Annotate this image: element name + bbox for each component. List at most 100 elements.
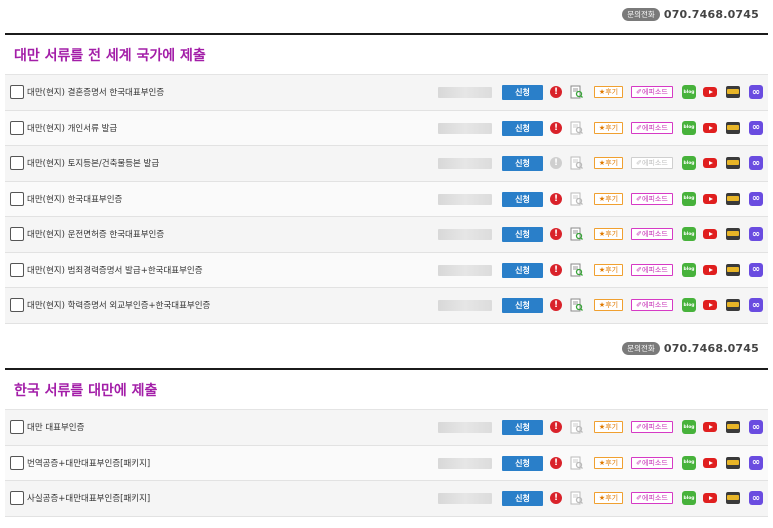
notice-icon[interactable]: ! [550, 492, 562, 504]
episode-button[interactable]: ✐에피소드 [631, 492, 673, 504]
review-button[interactable]: ★후기 [594, 228, 623, 240]
select-checkbox[interactable] [10, 298, 24, 313]
document-preview-icon[interactable] [570, 456, 583, 470]
blog-icon[interactable]: blog [682, 455, 696, 470]
link-icon[interactable]: ∞ [749, 120, 763, 135]
camera-icon[interactable] [726, 228, 740, 240]
review-button[interactable]: ★후기 [594, 86, 623, 98]
episode-button[interactable]: ✐에피소드 [631, 228, 673, 240]
blog-icon[interactable]: blog [682, 85, 696, 99]
select-checkbox[interactable] [10, 420, 24, 435]
camera-icon[interactable] [726, 421, 740, 433]
youtube-icon[interactable] [703, 193, 717, 204]
document-preview-icon[interactable] [570, 227, 583, 241]
link-icon[interactable]: ∞ [749, 191, 763, 206]
apply-button[interactable]: 신청 [502, 227, 543, 242]
select-checkbox[interactable] [10, 491, 24, 506]
select-checkbox[interactable] [10, 120, 24, 135]
blog-icon[interactable]: blog [682, 491, 696, 505]
apply-button[interactable]: 신청 [502, 420, 543, 435]
youtube-icon[interactable] [703, 493, 717, 503]
notice-icon[interactable]: ! [550, 421, 562, 433]
youtube-icon[interactable] [703, 264, 717, 275]
select-checkbox[interactable] [10, 455, 24, 470]
review-button[interactable]: ★후기 [594, 421, 623, 433]
review-button[interactable]: ★후기 [594, 192, 623, 205]
document-preview-icon[interactable] [570, 298, 583, 312]
contact-phone[interactable]: 070.7468.0745 [664, 342, 759, 355]
youtube-icon[interactable] [703, 122, 717, 133]
apply-button[interactable]: 신청 [502, 120, 543, 136]
document-preview-icon[interactable] [570, 420, 583, 434]
camera-icon[interactable] [726, 492, 740, 504]
apply-button[interactable]: 신청 [502, 156, 543, 171]
camera-icon[interactable] [726, 86, 740, 98]
notice-icon[interactable]: ! [550, 121, 562, 134]
apply-button[interactable]: 신청 [502, 298, 543, 313]
camera-icon[interactable] [726, 299, 740, 311]
camera-icon[interactable] [726, 157, 740, 169]
document-preview-icon[interactable] [570, 192, 583, 206]
youtube-icon[interactable] [703, 457, 717, 468]
notice-icon[interactable]: ! [550, 86, 562, 98]
review-button[interactable]: ★후기 [594, 263, 623, 276]
link-icon[interactable]: ∞ [749, 420, 763, 434]
document-preview-icon[interactable] [570, 85, 583, 99]
contact-phone[interactable]: 070.7468.0745 [664, 8, 759, 21]
youtube-icon[interactable] [703, 422, 717, 432]
notice-icon[interactable]: ! [550, 299, 562, 311]
document-preview-icon[interactable] [570, 263, 583, 277]
camera-icon[interactable] [726, 192, 740, 205]
select-checkbox[interactable] [10, 85, 24, 100]
blog-icon[interactable]: blog [682, 262, 696, 277]
review-button[interactable]: ★후기 [594, 157, 623, 169]
notice-icon[interactable]: ! [550, 157, 562, 169]
blog-icon[interactable]: blog [682, 120, 696, 135]
episode-button[interactable]: ✐에피소드 [631, 456, 673, 469]
document-preview-icon[interactable] [570, 121, 583, 135]
notice-icon[interactable]: ! [550, 192, 562, 205]
episode-button[interactable]: ✐에피소드 [631, 299, 673, 311]
youtube-icon[interactable] [703, 158, 717, 168]
review-button[interactable]: ★후기 [594, 121, 623, 134]
camera-icon[interactable] [726, 456, 740, 469]
apply-button[interactable]: 신청 [502, 191, 543, 207]
blog-icon[interactable]: blog [682, 156, 696, 170]
camera-icon[interactable] [726, 121, 740, 134]
youtube-icon[interactable] [703, 300, 717, 310]
camera-icon[interactable] [726, 263, 740, 276]
episode-button[interactable]: ✐에피소드 [631, 421, 673, 433]
review-button[interactable]: ★후기 [594, 456, 623, 469]
apply-button[interactable]: 신청 [502, 491, 543, 506]
document-preview-icon[interactable] [570, 156, 583, 170]
select-checkbox[interactable] [10, 156, 24, 171]
youtube-icon[interactable] [703, 229, 717, 239]
apply-button[interactable]: 신청 [502, 455, 543, 471]
link-icon[interactable]: ∞ [749, 85, 763, 99]
apply-button[interactable]: 신청 [502, 85, 543, 100]
episode-button[interactable]: ✐에피소드 [631, 121, 673, 134]
link-icon[interactable]: ∞ [749, 455, 763, 470]
blog-icon[interactable]: blog [682, 420, 696, 434]
episode-button[interactable]: ✐에피소드 [631, 86, 673, 98]
notice-icon[interactable]: ! [550, 263, 562, 276]
link-icon[interactable]: ∞ [749, 227, 763, 241]
youtube-icon[interactable] [703, 87, 717, 97]
blog-icon[interactable]: blog [682, 227, 696, 241]
review-button[interactable]: ★후기 [594, 492, 623, 504]
document-preview-icon[interactable] [570, 491, 583, 505]
episode-button[interactable]: ✐에피소드 [631, 263, 673, 276]
link-icon[interactable]: ∞ [749, 156, 763, 170]
episode-button[interactable]: ✐에피소드 [631, 157, 673, 169]
select-checkbox[interactable] [10, 262, 24, 277]
blog-icon[interactable]: blog [682, 298, 696, 312]
episode-button[interactable]: ✐에피소드 [631, 192, 673, 205]
review-button[interactable]: ★후기 [594, 299, 623, 311]
link-icon[interactable]: ∞ [749, 298, 763, 312]
blog-icon[interactable]: blog [682, 191, 696, 206]
link-icon[interactable]: ∞ [749, 262, 763, 277]
link-icon[interactable]: ∞ [749, 491, 763, 505]
apply-button[interactable]: 신청 [502, 262, 543, 278]
select-checkbox[interactable] [10, 191, 24, 206]
notice-icon[interactable]: ! [550, 456, 562, 469]
